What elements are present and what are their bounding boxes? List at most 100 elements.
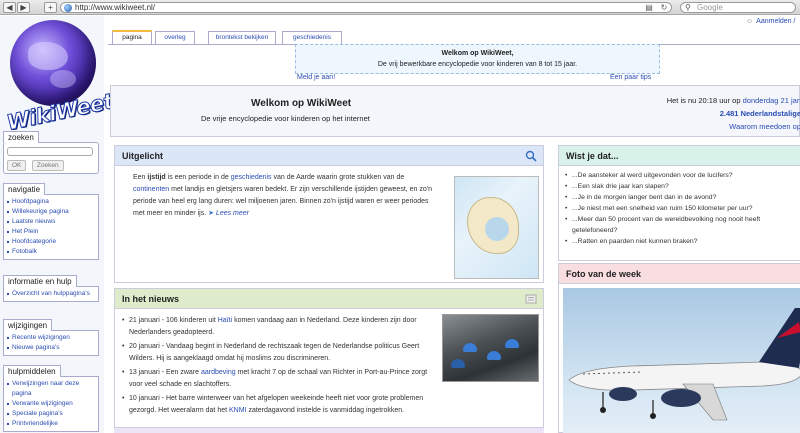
- news-item-link[interactable]: KNMI: [229, 407, 247, 414]
- site-notice: Welkom op WikiWeet, De vrij bewerkbare e…: [295, 44, 660, 74]
- back-button[interactable]: ◀: [3, 2, 16, 13]
- time-text: Het is nu 20:18 uur op: [666, 96, 741, 105]
- news-item: 21 januari - 106 kinderen uit Haïti kome…: [122, 315, 432, 339]
- featured-header: Uitgelicht: [115, 146, 543, 166]
- site-favicon-icon: [64, 4, 72, 12]
- notice-title: Welkom op WikiWeet,: [441, 50, 514, 57]
- search-box: zoeken OK Zoeken: [3, 130, 99, 174]
- nav-item-fotobalk[interactable]: Fotobalk: [7, 247, 95, 257]
- login-link[interactable]: Aanmelden /: [746, 18, 795, 25]
- search-bar[interactable]: ⚲ Google: [680, 2, 796, 13]
- notice-text: De vrij bewerkbare encyclopedie voor kin…: [377, 61, 578, 68]
- ice-age-map-image[interactable]: [454, 176, 539, 279]
- helmet-shape: [505, 339, 519, 348]
- haiti-rescue-photo[interactable]: [442, 314, 539, 382]
- nav-item-plein[interactable]: Het Plein: [7, 227, 95, 237]
- news-item: 10 januari - Het barre winterweer van he…: [122, 393, 432, 417]
- did-you-know-title: Wist je dat...: [566, 151, 619, 161]
- reload-icon[interactable]: ↻: [658, 2, 670, 13]
- fact-item: ...Je in de morgen langer bent dan in de…: [565, 192, 800, 203]
- tools-box: hulpmiddelen Verwijzingen naar deze pagi…: [3, 364, 99, 432]
- news-item-text: 21 januari - 106 kinderen uit: [129, 317, 218, 324]
- news-header: In het nieuws: [115, 289, 543, 309]
- nav-item-willekeurig[interactable]: Willekeurige pagina: [7, 207, 95, 217]
- forward-arrow-icon: ▶: [20, 3, 27, 12]
- news-title: In het nieuws: [122, 294, 180, 304]
- tab-brontekst[interactable]: brontekst bekijken: [208, 31, 276, 44]
- tools-title: hulpmiddelen: [3, 365, 61, 377]
- news-item-text: 13 januari - Een zware: [129, 369, 201, 376]
- news-item-link[interactable]: Haïti: [218, 317, 232, 324]
- featured-panel: Uitgelicht Een ijstijd is een periode in…: [114, 145, 544, 283]
- magnifier-icon: [525, 150, 537, 162]
- tips-link[interactable]: Een paar tips: [610, 74, 651, 81]
- tab-overleg[interactable]: overleg: [155, 31, 195, 44]
- nav-item-hoofdpagina[interactable]: Hoofdpagina: [7, 197, 95, 207]
- changes-title: wijzigingen: [3, 319, 53, 331]
- zoeken-button[interactable]: Zoeken: [31, 160, 64, 171]
- news-panel: In het nieuws 21 januari - 106 kinderen …: [114, 288, 544, 433]
- why-join-link[interactable]: Waarom meedoen op: [729, 122, 800, 131]
- fact-item: ...Een slak drie jaar kan slapen?: [565, 181, 800, 192]
- info-item-overzicht[interactable]: Overzicht van hulppagina's: [7, 289, 95, 299]
- tools-item-print[interactable]: Printvriendelijke: [7, 419, 95, 429]
- tools-item-speciale[interactable]: Speciale pagina's: [7, 409, 95, 419]
- nav-item-hoofdcategorie[interactable]: Hoofdcategorie: [7, 237, 95, 247]
- sidebar: WikiWeet zoeken OK Zoeken navigatie Hoof…: [0, 16, 116, 433]
- arrow-right-icon: ➤: [208, 210, 214, 217]
- changes-item-nieuw[interactable]: Nieuwe pagina's: [7, 343, 95, 353]
- forward-button[interactable]: ▶: [17, 2, 30, 13]
- back-arrow-icon: ◀: [6, 3, 13, 12]
- tab-pagina[interactable]: pagina: [112, 30, 152, 44]
- search-box-title: zoeken: [3, 131, 39, 143]
- rss-icon[interactable]: ▤: [643, 2, 655, 13]
- tools-item-verwijzingen[interactable]: Verwijzingen naar deze pagina: [7, 379, 95, 399]
- welcome-title: Welkom op WikiWeet: [251, 98, 352, 109]
- article-count-label[interactable]: Nederlandstalige: [741, 109, 800, 118]
- news-list: 21 januari - 106 kinderen uit Haïti kome…: [115, 309, 440, 417]
- helmet-shape: [451, 359, 465, 368]
- newspaper-icon: [525, 294, 537, 304]
- news-item: 20 januari - Vandaag begint in Nederland…: [122, 341, 432, 365]
- featured-text-1: Een: [133, 174, 148, 181]
- ok-button[interactable]: OK: [7, 160, 27, 171]
- photo-of-week-header: Foto van de week: [559, 264, 800, 284]
- welcome-stats: Het is nu 20:18 uur op donderdag 21 jan …: [651, 94, 800, 133]
- globe-icon: [10, 20, 96, 106]
- welcome-subtitle: De vrije encyclopedie voor kinderen op h…: [201, 114, 370, 123]
- news-item-link[interactable]: aardbeving: [201, 369, 236, 376]
- photo-of-week-title: Foto van de week: [566, 269, 642, 279]
- new-tab-button[interactable]: +: [44, 2, 57, 13]
- featured-bold-term: ijstijd: [147, 174, 166, 181]
- info-title: informatie en hulp: [3, 275, 77, 287]
- sidebar-search-input[interactable]: [7, 147, 93, 156]
- wikiweet-logo[interactable]: WikiWeet: [4, 20, 116, 135]
- fact-item: ...De aansteker al werd uitgevonden voor…: [565, 170, 800, 181]
- airplane-photo[interactable]: [563, 288, 800, 433]
- news-item-text: 20 januari - Vandaag begint in Nederland…: [129, 343, 420, 362]
- signup-link[interactable]: Meld je aan!: [297, 74, 335, 81]
- tab-geschiedenis[interactable]: geschiedenis: [282, 31, 342, 44]
- changes-box: wijzigingen Recente wijzigingen Nieuwe p…: [3, 318, 99, 356]
- nav-item-nieuws[interactable]: Laatste nieuws: [7, 217, 95, 227]
- link-geschiedenis[interactable]: geschiedenis: [231, 174, 272, 181]
- did-you-know-panel: Wist je dat... ...De aansteker al werd u…: [558, 145, 800, 261]
- featured-text-2: is een periode in de: [165, 174, 231, 181]
- featured-text-3: van de Aarde waarin grote stukken van de: [271, 174, 405, 181]
- featured-title: Uitgelicht: [122, 151, 164, 161]
- search-icon: ⚲: [685, 3, 691, 12]
- read-more-link[interactable]: Lees meer: [216, 210, 249, 217]
- featured-text: Een ijstijd is een periode in de geschie…: [115, 166, 445, 220]
- did-you-know-header: Wist je dat...: [559, 146, 800, 166]
- helmet-shape: [463, 343, 477, 352]
- navigation-box: navigatie Hoofdpagina Willekeurige pagin…: [3, 182, 99, 260]
- photo-of-week-panel: Foto van de week: [558, 263, 800, 433]
- address-bar[interactable]: http://www.wikiweet.nl/: [60, 2, 672, 13]
- news-item: 13 januari - Een zware aardbeving met kr…: [122, 367, 432, 391]
- navigation-title: navigatie: [3, 183, 46, 195]
- date-link[interactable]: donderdag 21 jan: [743, 96, 800, 105]
- changes-item-recent[interactable]: Recente wijzigingen: [7, 333, 95, 343]
- link-continenten[interactable]: continenten: [133, 186, 169, 193]
- tools-item-verwante[interactable]: Verwante wijzigingen: [7, 399, 95, 409]
- info-box: informatie en hulp Overzicht van hulppag…: [3, 274, 99, 302]
